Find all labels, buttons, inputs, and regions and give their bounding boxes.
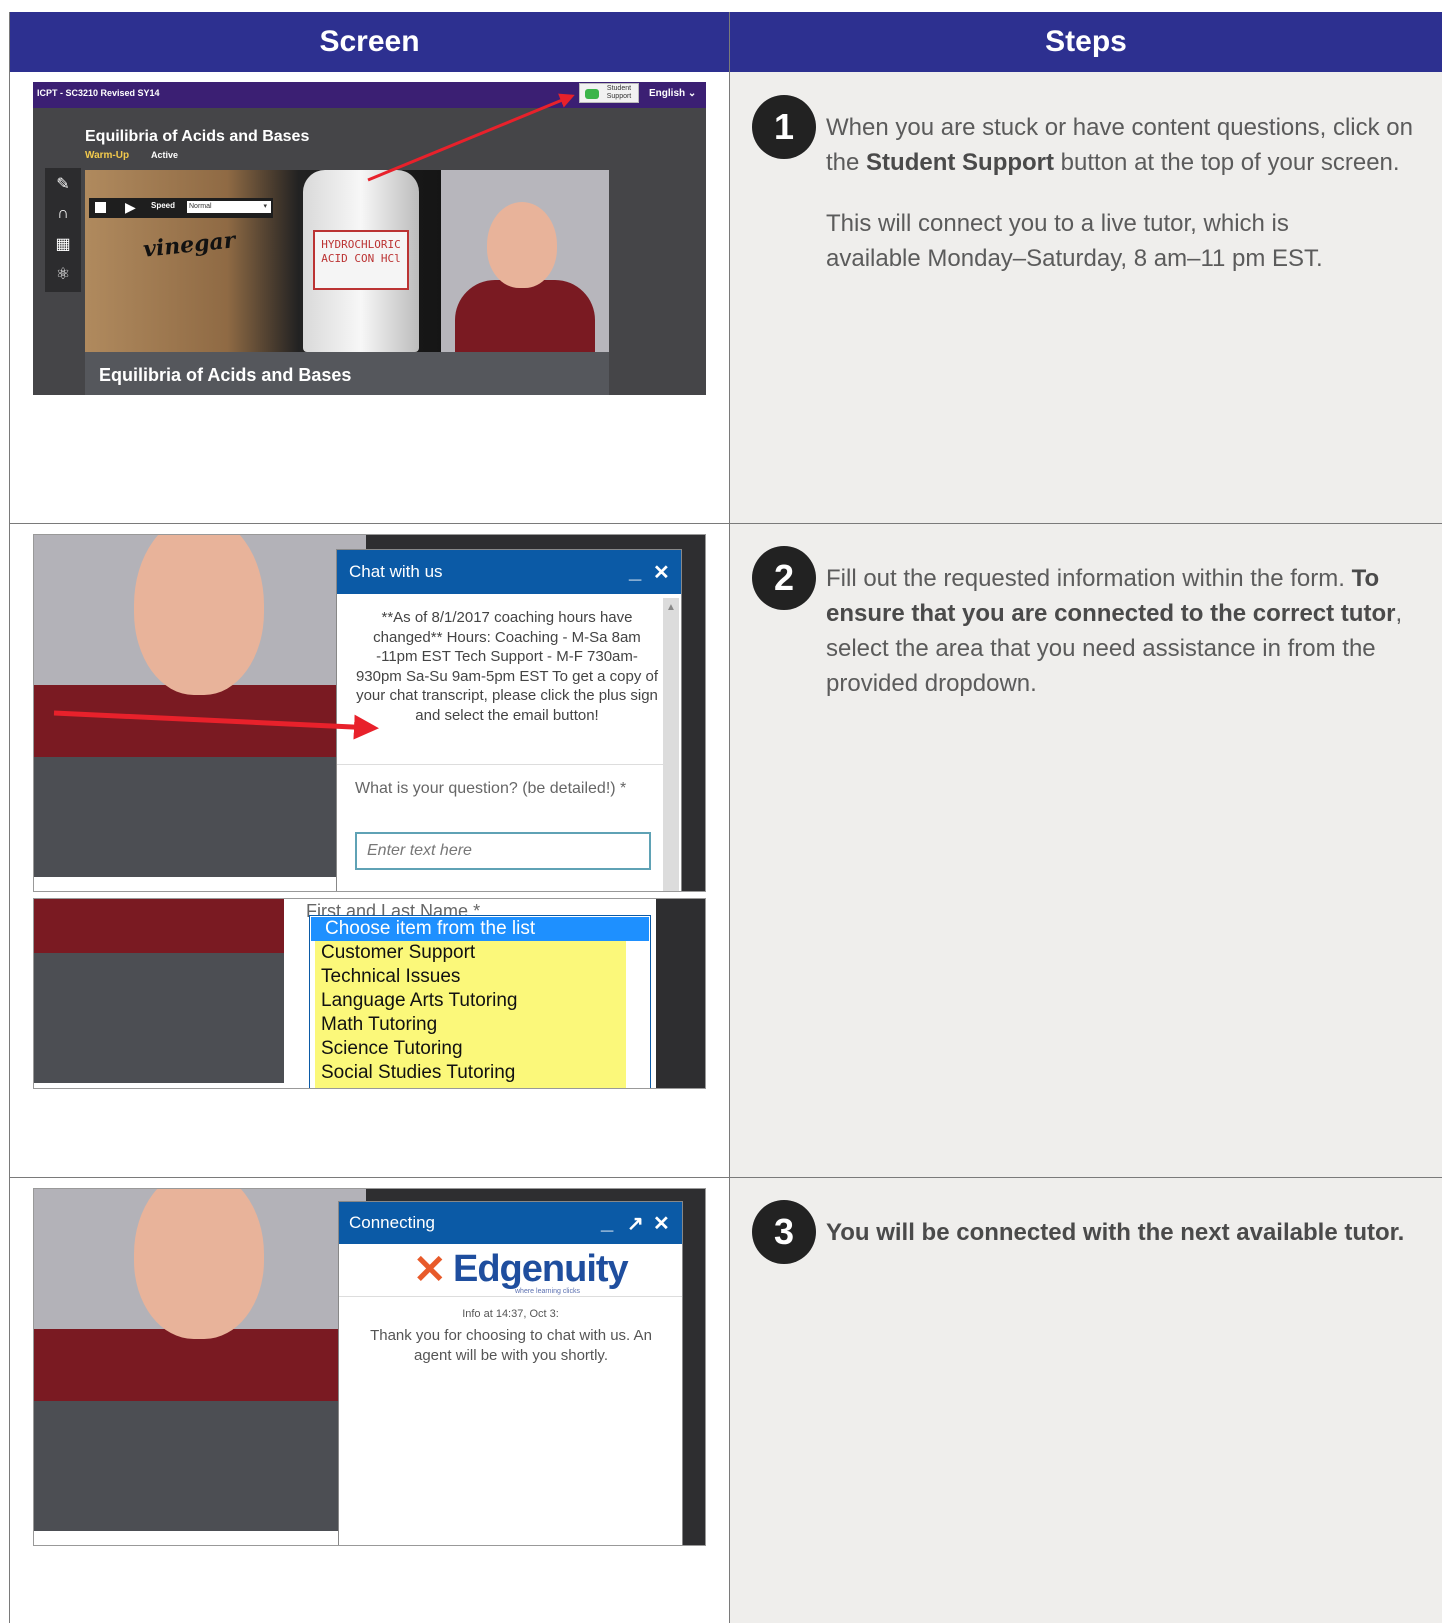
language-select[interactable]: English ⌄: [649, 88, 696, 99]
speed-value: Normal: [189, 203, 212, 210]
language-label: English: [649, 88, 686, 99]
step-number-1: 1: [752, 95, 816, 159]
step-1-text-post: button at the top of your screen.: [1054, 149, 1400, 176]
video-gray-area: [34, 757, 366, 877]
option-math[interactable]: Math Tutoring: [321, 1013, 437, 1037]
step-number-2: 2: [752, 546, 816, 610]
video-controls: ▶ Speed Normal ▾: [89, 198, 273, 218]
chat-title: Chat with us: [349, 562, 443, 581]
instructor-head: [487, 202, 557, 288]
play-icon[interactable]: ▶: [125, 199, 136, 216]
dark-background: [656, 899, 705, 1088]
option-social-studies[interactable]: Social Studies Tutoring: [321, 1061, 515, 1085]
stop-icon[interactable]: [95, 202, 106, 213]
step-number-3: 3: [752, 1200, 816, 1264]
instructor-shirt: [34, 1329, 366, 1401]
step-2-text-pre: Fill out the requested information withi…: [826, 565, 1352, 592]
instructor-head: [134, 535, 264, 695]
caption-title: Equilibria of Acids and Bases: [99, 365, 352, 385]
divider: [337, 764, 663, 765]
headphones-icon[interactable]: ∩: [51, 202, 75, 226]
chat-window: Chat with us _ ✕ **As of 8/1/2017 coachi…: [336, 549, 682, 891]
option-science[interactable]: Science Tutoring: [321, 1037, 463, 1061]
popout-icon[interactable]: ↗: [627, 1211, 644, 1236]
connecting-window: Connecting _ ↗ ✕ ✕ Edgenuity where learn…: [338, 1201, 683, 1545]
step-1-hours: This will connect you to a live tutor, w…: [826, 210, 1323, 272]
instructor-video: [34, 1189, 366, 1401]
edgenuity-logo-icon: ✕: [413, 1248, 447, 1292]
speed-label: Speed: [151, 201, 176, 210]
dropdown-selected-option[interactable]: Choose item from the list: [311, 917, 649, 941]
chat-bubble-icon: [585, 89, 599, 99]
screenshot-dropdown: First and Last Name * Choose item from t…: [33, 898, 706, 1089]
step-3-instructions: You will be connected with the next avai…: [826, 1215, 1426, 1250]
chevron-down-icon: ⌄: [687, 88, 697, 99]
column-divider: [729, 12, 730, 1623]
instructor-head: [134, 1189, 264, 1339]
speed-select[interactable]: Normal ▾: [187, 201, 271, 213]
row-divider-2: [9, 1177, 1442, 1178]
instructor-shirt: [34, 685, 366, 757]
row-divider-1: [9, 523, 1442, 524]
scroll-up-icon[interactable]: ▲: [666, 602, 676, 613]
edgenuity-tagline: where learning clicks: [515, 1288, 580, 1295]
pencil-icon[interactable]: ✎: [51, 172, 75, 196]
table-left-border: [9, 12, 10, 1623]
screenshot-course-player: ICPT - SC3210 Revised SY14 Student Suppo…: [33, 82, 706, 395]
screenshot-chat-form: Chat with us _ ✕ **As of 8/1/2017 coachi…: [33, 534, 706, 892]
step-2-instructions: Fill out the requested information withi…: [826, 561, 1426, 701]
step-3-text-bold: You will be connected with the next avai…: [826, 1219, 1405, 1246]
student-support-label: Student Support: [606, 85, 632, 100]
lesson-title: Equilibria of Acids and Bases: [85, 128, 310, 145]
instructor-video-crop: [34, 899, 284, 953]
video-gray-area: [34, 953, 284, 1083]
student-support-button[interactable]: Student Support: [579, 83, 639, 103]
close-icon[interactable]: ✕: [653, 560, 670, 585]
course-code: ICPT - SC3210 Revised SY14: [37, 88, 160, 98]
lesson-status: Active: [151, 150, 179, 160]
edgenuity-logo: Edgenuity: [453, 1248, 629, 1290]
calculator-icon[interactable]: ▦: [51, 232, 75, 256]
header-screen: Screen: [10, 12, 729, 72]
instructor-shirt: [455, 280, 595, 352]
step-1-text-bold: Student Support: [866, 149, 1054, 176]
info-timestamp: Info at 14:37, Oct 3:: [462, 1308, 559, 1320]
tool-sidebar: ✎ ∩ ▦ ⚛: [45, 168, 81, 292]
option-technical-issues[interactable]: Technical Issues: [321, 965, 460, 989]
header-steps: Steps: [730, 12, 1442, 72]
connecting-title: Connecting: [349, 1213, 436, 1232]
chat-hours-notice: **As of 8/1/2017 coaching hours have cha…: [355, 609, 659, 724]
video-gray-area: [34, 1401, 366, 1531]
chat-scrollbar[interactable]: [663, 598, 679, 891]
option-customer-support[interactable]: Customer Support: [321, 941, 475, 965]
instructor-video: [441, 170, 609, 352]
option-language-arts[interactable]: Language Arts Tutoring: [321, 989, 517, 1013]
dropdown-arrow-icon: ▾: [263, 203, 267, 210]
minimize-icon[interactable]: _: [601, 1209, 613, 1235]
minimize-icon[interactable]: _: [629, 558, 641, 584]
atom-icon[interactable]: ⚛: [51, 262, 75, 286]
lesson-phase: Warm-Up: [85, 150, 130, 161]
close-icon[interactable]: ✕: [653, 1211, 670, 1236]
instructor-video: [34, 535, 366, 757]
step-1-instructions: When you are stuck or have content quest…: [826, 110, 1426, 180]
screenshot-connecting: Connecting _ ↗ ✕ ✕ Edgenuity where learn…: [33, 1188, 706, 1546]
divider: [339, 1296, 682, 1297]
connecting-message: Thank you for choosing to chat with us. …: [370, 1327, 652, 1364]
question-input[interactable]: Enter text here: [355, 832, 651, 870]
question-label: What is your question? (be detailed!) *: [355, 780, 627, 797]
bottle-label: HYDROCHLORIC ACID CON HCl: [313, 230, 409, 290]
